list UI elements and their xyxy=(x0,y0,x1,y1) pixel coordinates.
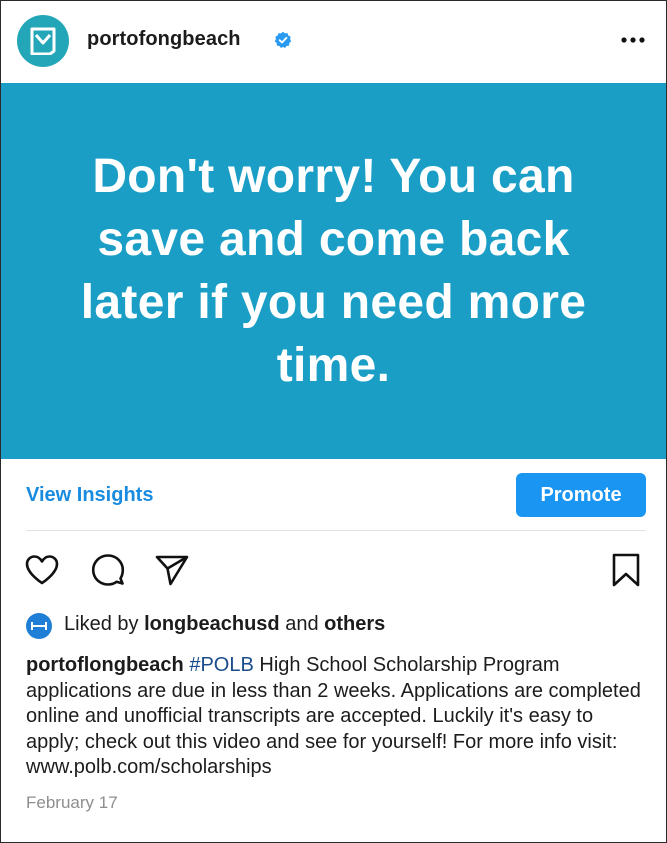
post-caption: portoflongbeach #POLB High School Schola… xyxy=(26,653,651,781)
promote-button[interactable]: Promote xyxy=(516,473,646,517)
more-options-icon[interactable] xyxy=(616,28,650,52)
post-date: February 17 xyxy=(26,793,118,812)
district-logo-icon xyxy=(31,622,47,630)
bookmark-icon[interactable] xyxy=(607,551,645,589)
likes-prefix: Liked by xyxy=(64,613,139,635)
heart-icon[interactable] xyxy=(23,551,61,589)
post-image[interactable]: Don't worry! You can save and come back … xyxy=(1,83,666,459)
post-username[interactable]: portofongbeach xyxy=(87,28,241,51)
send-icon[interactable] xyxy=(153,551,191,589)
post-header: portofongbeach xyxy=(1,1,666,83)
post-image-text: Don't worry! You can save and come back … xyxy=(80,150,587,392)
caption-author[interactable]: portoflongbeach xyxy=(26,654,184,676)
comment-icon[interactable] xyxy=(89,551,127,589)
profile-avatar[interactable] xyxy=(17,15,69,67)
verified-badge-icon xyxy=(274,31,292,48)
likes-others[interactable]: others xyxy=(324,613,385,635)
instagram-post: portofongbeach Don't worry! You can save… xyxy=(0,0,667,843)
divider xyxy=(26,530,646,531)
liker-username[interactable]: longbeachusd xyxy=(144,613,280,635)
caption-hashtag[interactable]: #POLB xyxy=(189,654,253,676)
likes-conjunction: and xyxy=(285,613,319,635)
view-insights-link[interactable]: View Insights xyxy=(26,484,153,507)
liker-avatar[interactable] xyxy=(26,613,52,639)
likes-summary[interactable]: Liked by longbeachusd and others xyxy=(64,613,385,636)
port-logo-icon xyxy=(30,27,56,55)
